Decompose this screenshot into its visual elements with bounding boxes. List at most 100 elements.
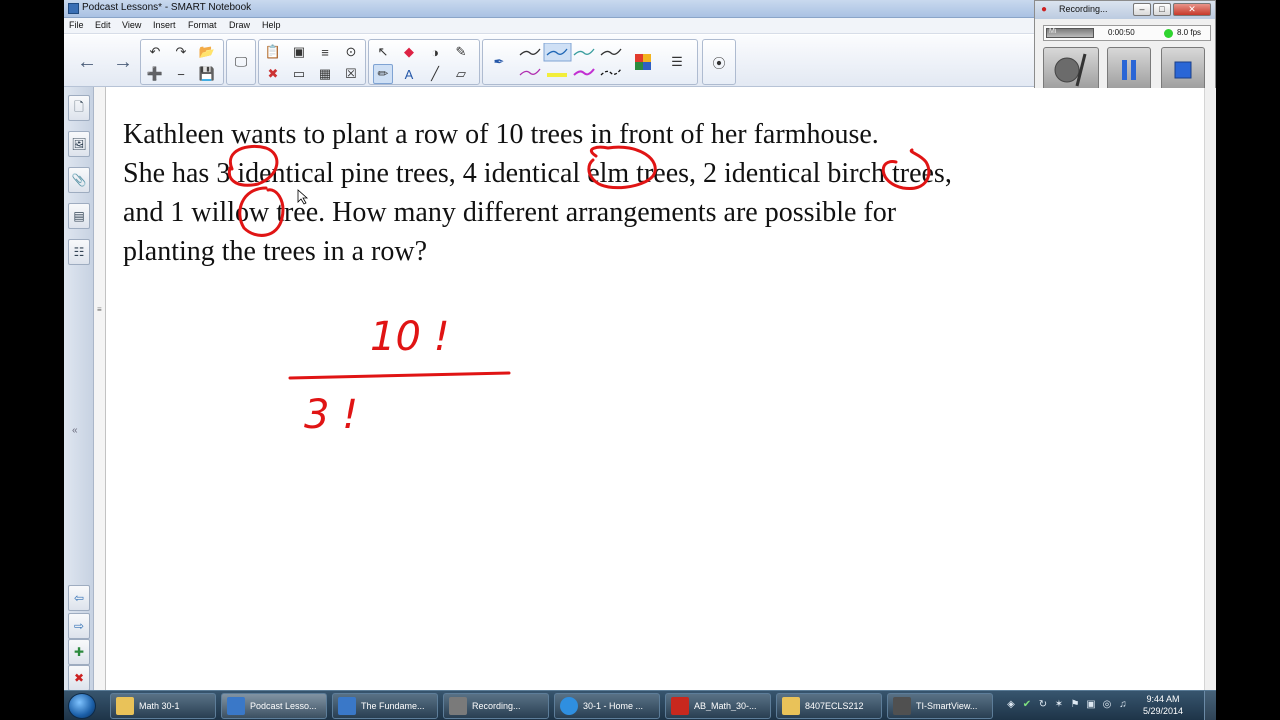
menu-insert[interactable]: Insert: [153, 20, 176, 30]
elapsed-time: 0:00:50: [1108, 28, 1135, 37]
network-icon[interactable]: ◈: [1005, 699, 1017, 711]
panel-splitter[interactable]: ≡: [94, 87, 106, 690]
properties-tab-icon[interactable]: ▤: [68, 203, 90, 229]
gallery-icon[interactable]: 🖼: [68, 131, 90, 157]
text-tool-icon[interactable]: ≡: [315, 42, 335, 62]
taskbar-item[interactable]: Podcast Lesso...: [221, 693, 327, 719]
bluetooth-icon[interactable]: ✶: [1053, 699, 1065, 711]
recorder-status: Mi 0:00:50 8.0 fps: [1043, 25, 1211, 41]
smart-notebook-window: Podcast Lessons* - SMART Notebook File E…: [64, 0, 1216, 720]
menu-file[interactable]: File: [69, 20, 84, 30]
recorder-title: Recording...: [1059, 4, 1108, 14]
menu-help[interactable]: Help: [262, 20, 281, 30]
minimize-icon[interactable]: –: [1133, 3, 1151, 16]
taskbar-item[interactable]: AB_Math_30-...: [665, 693, 771, 719]
system-tray: ◈ ✔ ↻ ✶ ⚑ ▣ ◎ ♫ 9:44 AM 5/29/2014: [999, 691, 1216, 720]
record-button[interactable]: [1043, 47, 1099, 93]
menu-format[interactable]: Format: [188, 20, 217, 30]
vertical-scrollbar[interactable]: [1204, 88, 1216, 690]
monitor-icon[interactable]: ▣: [1085, 699, 1097, 711]
add-page-side-icon[interactable]: ✚: [68, 639, 90, 665]
menu-draw[interactable]: Draw: [229, 20, 250, 30]
taskbar-item[interactable]: Math 30-1: [110, 693, 216, 719]
arrow-right-icon[interactable]: →: [110, 49, 136, 75]
taskbar-item[interactable]: TI-SmartView...: [887, 693, 993, 719]
stop-button[interactable]: [1161, 47, 1205, 93]
previous-page-icon[interactable]: ⇦: [68, 585, 90, 611]
delete-page-icon[interactable]: −: [171, 64, 191, 84]
open-file-icon[interactable]: 📂: [197, 42, 217, 62]
attachments-icon[interactable]: 📎: [68, 167, 90, 193]
ink-denominator: 3 !: [304, 392, 358, 438]
volume-meter[interactable]: Mi: [1046, 28, 1094, 38]
screen-shade-icon[interactable]: ▭: [289, 64, 309, 84]
redo-icon[interactable]: ↷: [171, 42, 191, 62]
pens-icon[interactable]: ✏: [373, 64, 393, 84]
eraser-icon[interactable]: ▱: [451, 64, 471, 84]
taskbar-item[interactable]: 8407ECLS212: [776, 693, 882, 719]
text-icon[interactable]: A: [399, 64, 419, 84]
flag-icon[interactable]: ⚑: [1069, 699, 1081, 711]
shapes-icon[interactable]: ◆: [399, 42, 419, 62]
ink-circle: [881, 148, 931, 190]
line-icon[interactable]: ╱: [425, 64, 445, 84]
page-sorter-icon[interactable]: 🗋: [68, 95, 90, 121]
undo-icon[interactable]: ↶: [145, 42, 165, 62]
arrow-left-icon[interactable]: ←: [74, 49, 100, 75]
taskbar-item[interactable]: The Fundame...: [332, 693, 438, 719]
stop-icon: [1174, 61, 1192, 79]
volume-icon[interactable]: ♫: [1117, 699, 1129, 711]
maximize-icon[interactable]: □: [1153, 3, 1171, 16]
show-desktop-button[interactable]: [1204, 691, 1216, 720]
properties-icon[interactable]: ⦿: [709, 52, 729, 72]
recorder-title-bar: ● Recording... – □ ✕: [1035, 1, 1215, 19]
collapse-arrow-icon[interactable]: «: [72, 425, 78, 436]
mouse-cursor-icon: [297, 189, 309, 205]
add-page-icon[interactable]: ➕: [145, 64, 165, 84]
close-view-icon[interactable]: ☒: [341, 64, 361, 84]
pause-icon: [1122, 60, 1136, 80]
pen-tip-icon[interactable]: ✒: [489, 52, 509, 72]
recorder-icon: ●: [1041, 4, 1048, 15]
toolbar-group-properties: ⦿: [702, 39, 736, 85]
display-screen-icon[interactable]: 🖵: [231, 52, 251, 72]
clock-time[interactable]: 9:44 AM: [1133, 694, 1193, 704]
magic-pen-icon[interactable]: ✎: [451, 42, 471, 62]
taskbar-item[interactable]: 30-1 - Home ...: [554, 693, 660, 719]
start-button[interactable]: [68, 693, 96, 719]
delete-page-side-icon[interactable]: ✖: [68, 665, 90, 691]
pause-button[interactable]: [1107, 47, 1151, 93]
ink-annotations: 10 ! 3 !: [227, 144, 931, 438]
toolbar-group-pen-styles: ✒ ☰: [482, 39, 698, 85]
select-pointer-icon[interactable]: ↖: [373, 42, 393, 62]
notebook-page[interactable]: Kathleen wants to plant a row of 10 tree…: [108, 88, 1204, 690]
save-icon[interactable]: 💾: [197, 64, 217, 84]
smart-board-icon[interactable]: ◎: [1101, 699, 1113, 711]
clock-date[interactable]: 5/29/2014: [1133, 706, 1193, 716]
add-ons-icon[interactable]: ☷: [68, 239, 90, 265]
screen-capture-icon[interactable]: ▣: [289, 42, 309, 62]
line-style-icon[interactable]: ☰: [667, 52, 687, 72]
menu-view[interactable]: View: [122, 20, 141, 30]
menu-bar: File Edit View Insert Format Draw Help: [64, 18, 1034, 34]
delete-icon[interactable]: ✖: [263, 64, 283, 84]
ink-circle: [587, 145, 657, 190]
color-palette-icon[interactable]: [633, 52, 653, 72]
menu-edit[interactable]: Edit: [95, 20, 111, 30]
next-page-icon[interactable]: ⇨: [68, 613, 90, 639]
close-icon[interactable]: ✕: [1173, 3, 1211, 16]
calculator-icon: [893, 697, 911, 715]
find-icon[interactable]: ⊙: [341, 42, 361, 62]
sync-icon[interactable]: ↻: [1037, 699, 1049, 711]
check-icon[interactable]: ✔: [1021, 699, 1033, 711]
pen-style-swatches[interactable]: [517, 43, 627, 83]
table-icon[interactable]: ▦: [315, 64, 335, 84]
taskbar: Math 30-1 Podcast Lesso... The Fundame..…: [64, 690, 1216, 720]
taskbar-item[interactable]: Recording...: [443, 693, 549, 719]
folder-icon: [782, 697, 800, 715]
status-dot-icon: [1164, 29, 1173, 38]
toolbar: ← → ↶ ↷ 📂 ➕ − 💾 🖵 📋 ▣ ≡ ⊙ ✖ ▭ ▦ ☒ ↖ ◆ ◑: [64, 35, 1034, 87]
window-title: Podcast Lessons* - SMART Notebook: [82, 2, 252, 13]
fill-icon[interactable]: ◑: [425, 42, 445, 62]
paste-icon[interactable]: 📋: [263, 42, 283, 62]
